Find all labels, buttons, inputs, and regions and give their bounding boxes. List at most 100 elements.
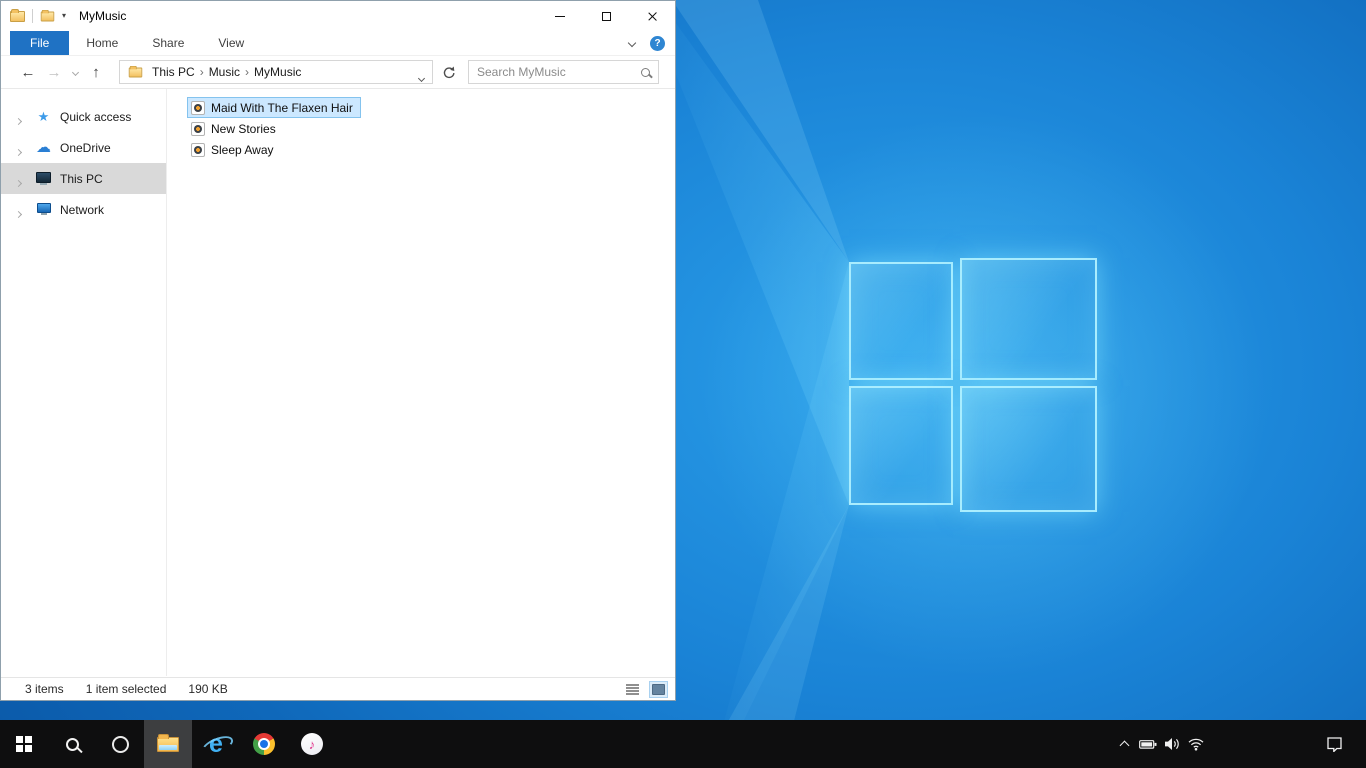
taskbar-internet-explorer-button[interactable]: e [192, 720, 240, 768]
search-box[interactable] [468, 60, 659, 84]
network-icon [34, 203, 53, 215]
tab-file[interactable]: File [10, 31, 70, 55]
file-list[interactable]: Maid With The Flaxen Hair New Stories Sl… [167, 89, 675, 676]
minimize-button[interactable] [537, 1, 583, 31]
sidebar-item-label: OneDrive [60, 140, 111, 155]
sidebar-item-this-pc[interactable]: This PC [1, 163, 166, 194]
taskbar-search-button[interactable] [48, 720, 96, 768]
file-row-sleep-away[interactable]: Sleep Away [187, 139, 282, 160]
music-note-glyph: ♪ [308, 736, 316, 752]
status-selection: 1 item selected [85, 682, 167, 696]
tab-view[interactable]: View [201, 31, 261, 55]
action-center-button[interactable] [1320, 720, 1348, 768]
windows-logo-pane-top-right [960, 258, 1097, 380]
windows-logo-pane-top-left [849, 262, 953, 380]
breadcrumb-this-pc[interactable]: This PC [147, 65, 200, 79]
sidebar-item-onedrive[interactable]: ☁ OneDrive [1, 132, 166, 163]
taskbar-chrome-button[interactable] [240, 720, 288, 768]
network-indicator[interactable] [1184, 720, 1208, 768]
large-icons-view-button[interactable] [649, 681, 668, 698]
status-bar: 3 items 1 item selected 190 KB [1, 677, 675, 700]
audio-file-icon [191, 121, 205, 136]
taskbar-itunes-button[interactable]: ♪ [288, 720, 336, 768]
file-name: Maid With The Flaxen Hair [211, 100, 353, 115]
navigation-pane: ★ Quick access ☁ OneDrive This PC Networ… [1, 89, 167, 676]
system-tray [1112, 720, 1366, 768]
windows-logo-icon [16, 736, 32, 752]
breadcrumb-folder-icon [128, 65, 143, 77]
tab-home-label: Home [86, 36, 119, 50]
title-bar[interactable]: ▾ MyMusic [1, 1, 675, 31]
quick-access-toolbar: ▾ [10, 8, 66, 23]
window-controls [537, 1, 675, 31]
sidebar-item-network[interactable]: Network [1, 194, 166, 225]
file-explorer-window: ▾ MyMusic File Home Share View ? ← → ↑ T… [0, 0, 676, 701]
address-bar-row: ← → ↑ This PC › Music › MyMusic [1, 56, 675, 89]
search-icon [65, 737, 79, 751]
help-icon[interactable]: ? [650, 35, 665, 51]
file-explorer-icon [157, 733, 179, 752]
expand-chevron-icon[interactable] [14, 144, 23, 158]
file-row-new-stories[interactable]: New Stories [187, 118, 284, 139]
this-pc-computer-icon [34, 171, 53, 185]
chevron-up-icon [1119, 740, 1129, 751]
sidebar-item-label: Network [60, 202, 105, 217]
itunes-icon: ♪ [301, 733, 323, 755]
cortana-circle-icon [111, 735, 129, 753]
quick-access-star-icon: ★ [37, 109, 50, 124]
internet-explorer-icon: e [203, 731, 229, 757]
taskbar: e ♪ [0, 720, 1366, 768]
status-item-count: 3 items [25, 682, 64, 696]
chrome-icon [253, 733, 275, 755]
volume-indicator[interactable] [1160, 720, 1184, 768]
details-view-button[interactable] [623, 681, 642, 698]
close-icon [647, 11, 658, 22]
qat-folder-icon[interactable] [40, 9, 55, 21]
refresh-button[interactable] [436, 60, 460, 84]
collapse-ribbon-chevron-icon[interactable] [627, 38, 637, 48]
tab-home[interactable]: Home [69, 31, 135, 55]
qat-customize-chevron-icon[interactable]: ▾ [62, 12, 66, 20]
show-hidden-icons-button[interactable] [1112, 720, 1136, 768]
expand-chevron-icon[interactable] [14, 206, 23, 220]
maximize-button[interactable] [583, 1, 629, 31]
cortana-button[interactable] [96, 720, 144, 768]
file-name: Sleep Away [211, 142, 274, 157]
details-view-icon [626, 684, 639, 695]
speaker-icon [1164, 738, 1179, 750]
tray-spacer [1208, 720, 1320, 768]
tab-share-label: Share [152, 36, 185, 50]
back-button[interactable]: ← [15, 65, 41, 80]
toolbar-separator [32, 9, 33, 23]
address-breadcrumb-bar[interactable]: This PC › Music › MyMusic [119, 60, 433, 84]
file-row-maid-with-the-flaxen-hair[interactable]: Maid With The Flaxen Hair [187, 97, 361, 118]
maximize-icon [601, 11, 611, 21]
onedrive-cloud-icon: ☁ [36, 139, 51, 156]
explorer-content: ★ Quick access ☁ OneDrive This PC Networ… [1, 89, 675, 676]
wifi-icon [1188, 738, 1204, 751]
ribbon-tab-strip: File Home Share View ? [1, 31, 675, 56]
windows-logo-pane-bottom-right [960, 386, 1097, 512]
forward-button[interactable]: → [41, 65, 67, 80]
recent-locations-chevron-icon[interactable] [67, 68, 83, 76]
search-input[interactable] [477, 65, 635, 79]
expand-chevron-icon[interactable] [14, 113, 23, 127]
audio-file-icon [191, 100, 205, 115]
status-size: 190 KB [188, 682, 228, 696]
windows-logo-pane-bottom-left [849, 386, 953, 505]
expand-chevron-icon[interactable] [14, 175, 23, 189]
address-dropdown-chevron-icon[interactable] [417, 70, 426, 84]
search-icon [641, 67, 650, 77]
battery-icon [1139, 739, 1157, 749]
up-button[interactable]: ↑ [83, 65, 109, 80]
close-button[interactable] [629, 1, 675, 31]
taskbar-file-explorer-button[interactable] [144, 720, 192, 768]
breadcrumb-mymusic[interactable]: MyMusic [249, 65, 306, 79]
tab-file-label: File [30, 36, 50, 50]
breadcrumb-music[interactable]: Music [204, 65, 245, 79]
audio-file-icon [191, 142, 205, 157]
sidebar-item-quick-access[interactable]: ★ Quick access [1, 101, 166, 132]
start-button[interactable] [0, 720, 48, 768]
battery-indicator[interactable] [1136, 720, 1160, 768]
tab-share[interactable]: Share [135, 31, 201, 55]
